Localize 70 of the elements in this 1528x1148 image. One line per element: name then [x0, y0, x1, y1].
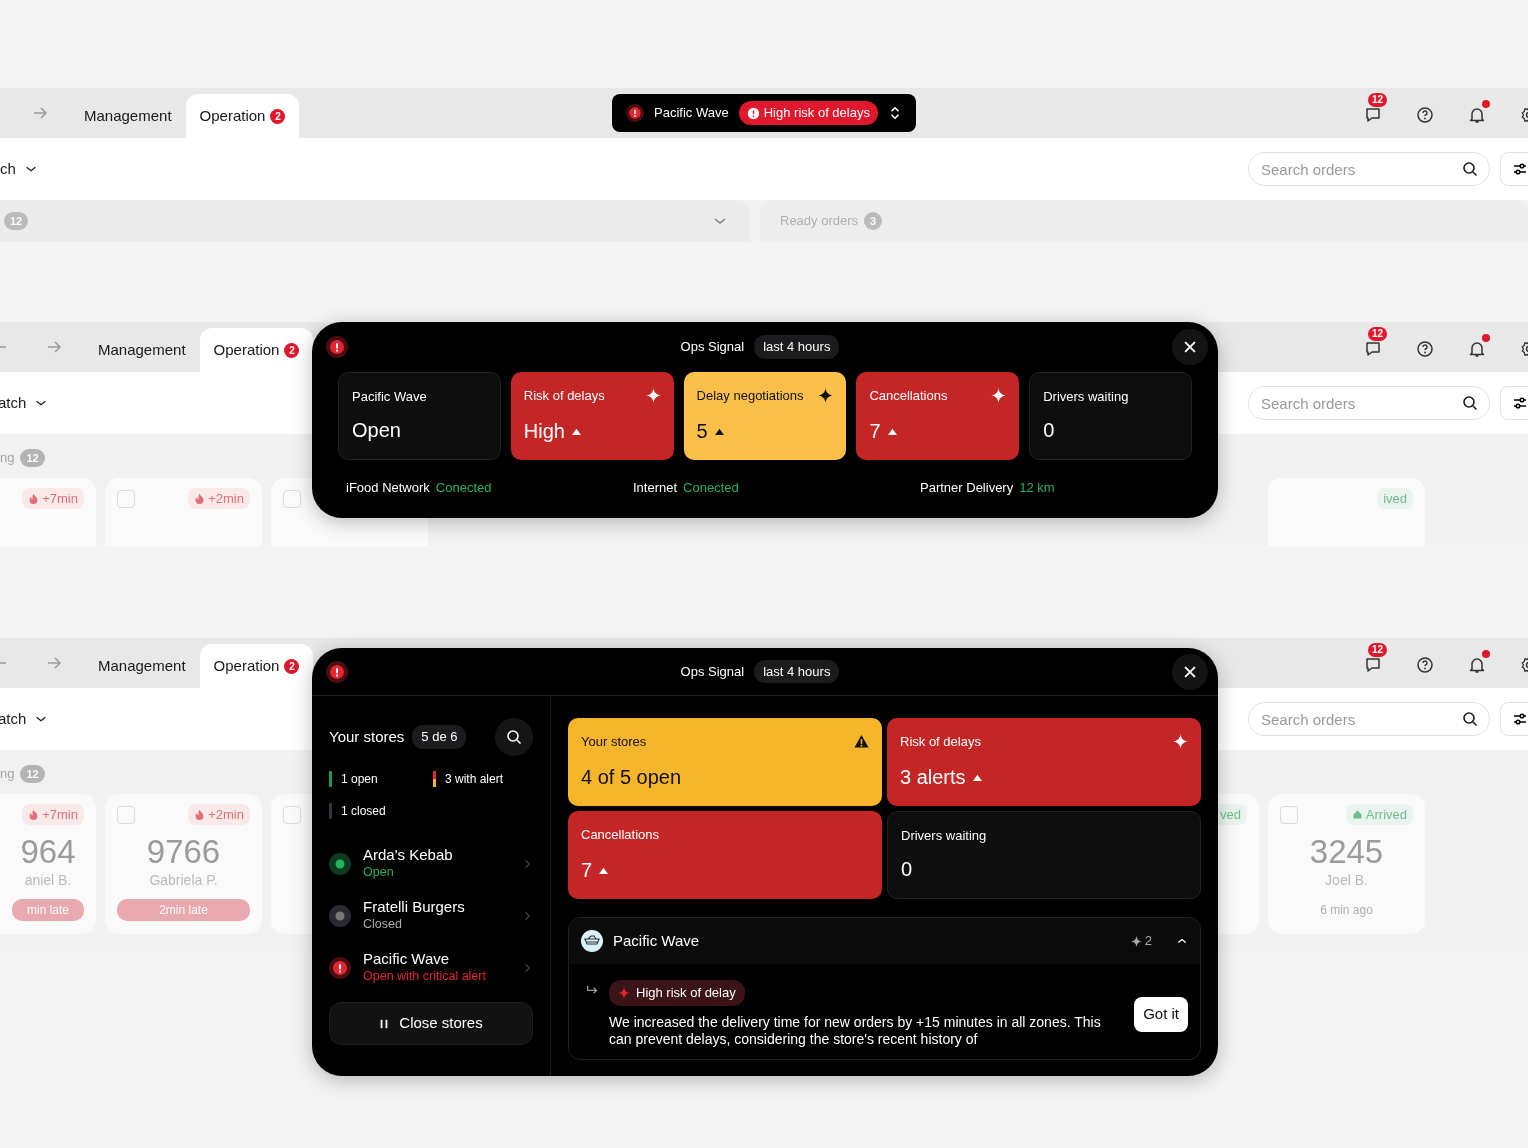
- tile-value: 7: [869, 419, 881, 444]
- panel-title: Ops Signal: [680, 662, 745, 681]
- tile-label: Delay negotiations: [696, 387, 804, 405]
- status-count: 1 closed: [341, 803, 386, 820]
- alert-badge: High risk of delay: [609, 980, 745, 1006]
- delay-badge: +2min: [188, 487, 250, 510]
- column-title: ng: [0, 765, 15, 783]
- tile-label: Drivers waiting: [1043, 388, 1129, 406]
- order-number: 964: [20, 833, 76, 870]
- late-badge: 2min late: [117, 898, 250, 921]
- count-badge: 2: [284, 342, 300, 358]
- notification-badge: 12: [1368, 327, 1388, 341]
- tile-value: 0: [901, 857, 913, 882]
- order-number: 9766: [146, 833, 221, 870]
- store-name: Fratelli Burgers: [363, 898, 465, 916]
- store-name: Arda's Kebab: [363, 846, 453, 864]
- count-badge: 12: [20, 448, 45, 467]
- customer-name: Gabriela P.: [149, 870, 218, 890]
- customer-name: aniel B.: [24, 870, 72, 890]
- tile-value: 5: [696, 419, 708, 444]
- late-badge: min late: [12, 898, 84, 921]
- tile-label: Drivers waiting: [901, 827, 987, 845]
- delay-badge: +7min: [22, 803, 84, 826]
- tile-label: Cancellations: [581, 826, 660, 844]
- tile-label: Risk of delays: [900, 733, 981, 751]
- column-title: Ready orders: [780, 212, 859, 231]
- tile-label: Cancellations: [869, 387, 948, 405]
- order-time: 6 min ago: [1320, 901, 1373, 919]
- status-badge: ived: [1377, 487, 1413, 510]
- count-badge: 5 de 6: [412, 725, 467, 749]
- notification-badge: 12: [1368, 643, 1388, 657]
- store-name: Pacific Wave: [613, 930, 700, 951]
- column-title: ng: [0, 449, 15, 467]
- period-badge: last 4 hours: [754, 659, 840, 684]
- count-badge: 12: [4, 211, 29, 231]
- status-badge: Arrived: [1345, 803, 1413, 826]
- connection-status: Internet Conected: [633, 479, 740, 497]
- tile-value: 0: [1043, 418, 1055, 443]
- notification-badge: 12: [1368, 93, 1388, 107]
- count-badge: 2: [284, 658, 300, 674]
- alert-text: High risk of delays: [763, 104, 870, 123]
- tile-label: Your stores: [581, 733, 647, 751]
- store-status: Open: [363, 864, 395, 882]
- count-badge: 12: [20, 764, 45, 783]
- count-badge: 3: [864, 211, 883, 231]
- store-name: Pacific Wave: [654, 104, 729, 123]
- alert-count: 2: [1130, 931, 1152, 951]
- status-count: 3 with alert: [445, 771, 504, 788]
- store-name: Pacific Wave: [363, 950, 451, 968]
- customer-name: Joel B.: [1325, 870, 1368, 890]
- order-number: 3245: [1309, 833, 1384, 870]
- alert-message: We increased the delivery time for new orders by +15 minutes in all zones. This can prevent delays, considering the store's recent history of: [609, 1013, 1102, 1049]
- period-badge: last 4 hours: [754, 335, 840, 359]
- delay-badge: +2min: [188, 803, 250, 826]
- tile-value: Open: [352, 418, 401, 443]
- panel-title: Ops Signal: [680, 338, 745, 357]
- connection-status: iFood Network Conected: [346, 479, 493, 497]
- section-title: Your stores: [329, 726, 405, 747]
- store-status: Closed: [363, 916, 403, 934]
- count-badge: 2: [270, 108, 286, 124]
- status-count: 1 open: [341, 771, 378, 788]
- tile-value: 7: [581, 858, 593, 883]
- connection-status: Partner Delivery 12 km: [920, 479, 1056, 497]
- store-status: Open with critical alert: [363, 968, 486, 986]
- tile-value: High: [523, 419, 565, 444]
- tile-value: 4 of 5 open: [581, 765, 682, 790]
- tile-value: 3 alerts: [900, 765, 966, 790]
- tile-label: Pacific Wave: [352, 388, 427, 406]
- delay-badge: +7min: [22, 487, 84, 510]
- tile-label: Risk of delays: [523, 387, 605, 405]
